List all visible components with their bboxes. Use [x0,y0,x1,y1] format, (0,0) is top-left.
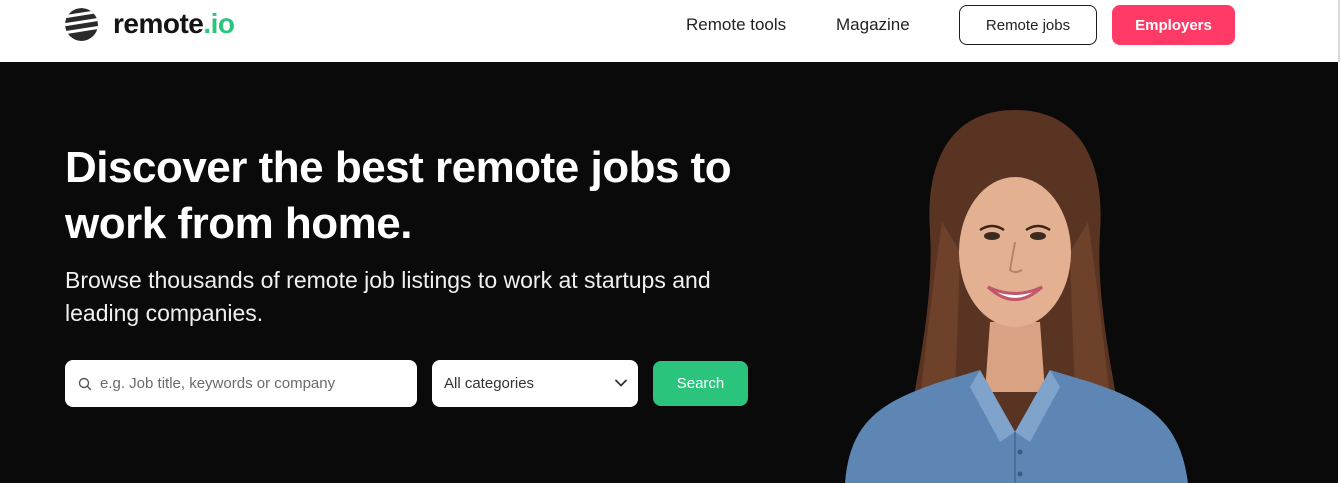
site-header: remote.io Remote tools Magazine Remote j… [0,0,1340,62]
category-select[interactable]: All categories [432,360,638,407]
remote-logo-icon [65,7,98,41]
remote-jobs-button[interactable]: Remote jobs [959,5,1097,45]
nav-magazine[interactable]: Magazine [836,14,910,36]
chevron-down-icon [615,379,627,387]
search-input[interactable] [100,375,400,392]
hero-portrait-image [845,110,1188,483]
employers-button[interactable]: Employers [1112,5,1235,45]
search-button[interactable]: Search [653,361,748,406]
hero-section: Discover the best remote jobs to work fr… [0,62,1338,483]
search-field[interactable] [65,360,417,407]
logo-text: remote.io [113,8,235,40]
hero-subtitle: Browse thousands of remote job listings … [65,267,711,326]
category-selected-label: All categories [444,375,535,392]
logo-name: remote [113,8,204,39]
search-icon [78,377,92,390]
logo[interactable]: remote.io [65,7,235,41]
logo-tld: .io [203,8,235,39]
nav-remote-tools[interactable]: Remote tools [686,14,786,36]
hero-title: Discover the best remote jobs to work fr… [65,143,732,248]
